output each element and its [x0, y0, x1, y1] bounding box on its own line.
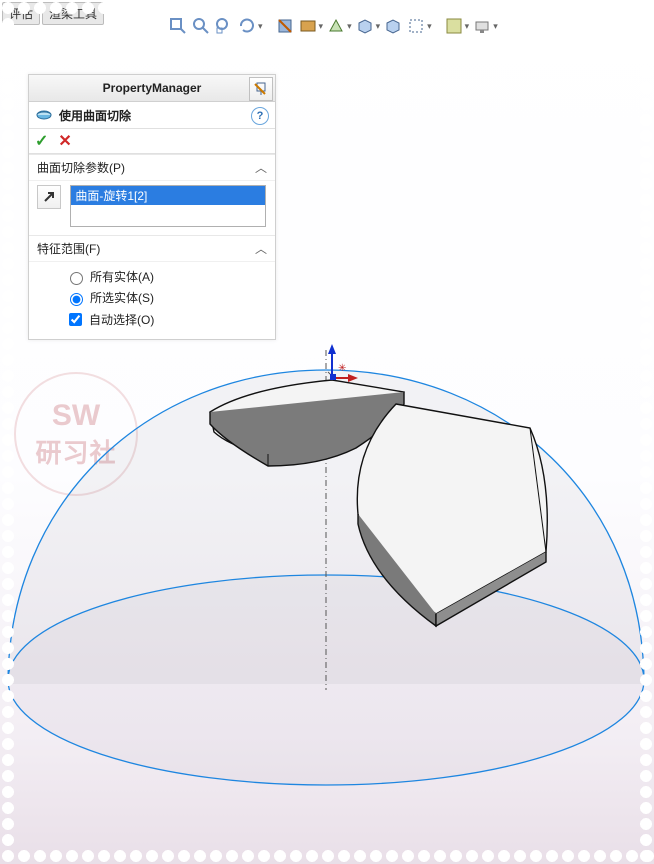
svg-text:✳: ✳: [338, 363, 346, 374]
flip-direction-icon[interactable]: [37, 185, 61, 209]
checkbox-auto-select-label: 自动选择(O): [89, 311, 154, 328]
section-params-body: 曲面-旋转1[2]: [29, 181, 275, 235]
radio-selected-bodies[interactable]: 所选实体(S): [65, 287, 267, 308]
magnifier-icon[interactable]: [191, 16, 211, 36]
box-icon[interactable]: [355, 16, 375, 36]
tab-render-tools[interactable]: 渲染工具: [42, 2, 104, 25]
tab-evaluate[interactable]: 评估: [2, 2, 40, 25]
ribbon-tabs: 评估 渲染工具: [2, 2, 106, 25]
radio-all-bodies-label: 所有实体(A): [90, 268, 154, 285]
ok-cancel-row: ✓ ✕: [29, 129, 275, 154]
section-scope-title: 特征范围(F): [37, 240, 100, 257]
property-manager-header: PropertyManager: [29, 75, 275, 102]
feature-title-row: 使用曲面切除 ?: [29, 102, 275, 129]
cancel-button[interactable]: ✕: [58, 131, 71, 151]
heads-up-view-toolbar: ▾ ▾ ▾ ▾ ▾ ▾ ▾: [168, 16, 644, 36]
radio-all-bodies[interactable]: 所有实体(A): [65, 266, 267, 287]
chevron-up-icon: ︿: [255, 159, 267, 176]
origin-triad: ✳: [320, 344, 360, 392]
section-params-title: 曲面切除参数(P): [37, 159, 125, 176]
property-manager-panel: PropertyManager 使用曲面切除 ? ✓ ✕ 曲面切除参数(P) ︿…: [28, 74, 276, 340]
ok-button[interactable]: ✓: [35, 131, 48, 151]
light-icon[interactable]: [472, 16, 492, 36]
shaded-edges-icon[interactable]: [326, 16, 346, 36]
radio-all-bodies-input[interactable]: [70, 272, 83, 285]
radio-selected-bodies-label: 所选实体(S): [90, 289, 154, 306]
scene-icon[interactable]: [444, 16, 464, 36]
checkbox-auto-select-input[interactable]: [69, 313, 82, 326]
list-item[interactable]: 曲面-旋转1[2]: [71, 186, 265, 205]
section-scope-body: 所有实体(A) 所选实体(S) 自动选择(O): [29, 262, 275, 339]
feature-name: 使用曲面切除: [59, 107, 131, 124]
hidden-lines-icon[interactable]: [406, 16, 426, 36]
magnifier-area-icon[interactable]: [214, 16, 234, 36]
checkbox-auto-select[interactable]: 自动选择(O): [65, 308, 267, 331]
pm-header-title: PropertyManager: [103, 81, 202, 95]
box2-icon[interactable]: [383, 16, 403, 36]
pin-icon[interactable]: [249, 77, 273, 101]
zoom-to-fit-icon[interactable]: [168, 16, 188, 36]
selection-listbox[interactable]: 曲面-旋转1[2]: [70, 185, 266, 227]
help-icon[interactable]: ?: [251, 107, 269, 125]
rotate-view-icon[interactable]: [237, 16, 257, 36]
section-params-header[interactable]: 曲面切除参数(P) ︿: [29, 154, 275, 181]
surface-cut-icon: [35, 105, 53, 126]
section-view-icon[interactable]: [275, 16, 295, 36]
chevron-up-icon: ︿: [255, 240, 267, 257]
radio-selected-bodies-input[interactable]: [70, 293, 83, 306]
display-style-icon[interactable]: [298, 16, 318, 36]
section-scope-header[interactable]: 特征范围(F) ︿: [29, 235, 275, 262]
